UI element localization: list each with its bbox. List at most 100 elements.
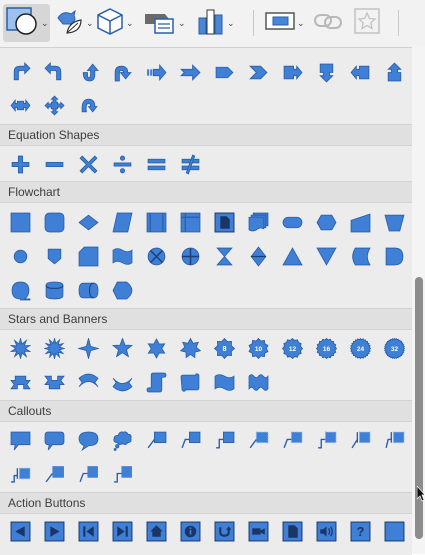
shape-delay-button[interactable] xyxy=(377,239,411,273)
shape-alternate-process-button[interactable] xyxy=(37,205,71,239)
shape-magnetic-disk-button[interactable] xyxy=(37,273,71,307)
shape-horizontal-scroll-button[interactable] xyxy=(173,365,207,399)
shape-wave-button[interactable] xyxy=(207,365,241,399)
shape-merge-button[interactable] xyxy=(309,239,343,273)
shape-curved-right-button[interactable] xyxy=(105,55,139,89)
shape-star-10-button[interactable]: 10 xyxy=(241,331,275,365)
shape-sort-button[interactable] xyxy=(241,239,275,273)
shape-u-turn-right-button[interactable] xyxy=(3,55,37,89)
shape-star-5-button[interactable] xyxy=(105,331,139,365)
shape-card-button[interactable] xyxy=(71,239,105,273)
shape-rounded-rect-callout-button[interactable] xyxy=(37,423,71,457)
shape-home-button[interactable] xyxy=(139,514,173,548)
shape-equal-button[interactable] xyxy=(139,147,173,181)
shape-multiply-button[interactable] xyxy=(71,147,105,181)
shape-line-callout-3-border-button[interactable] xyxy=(309,423,343,457)
shape-sequential-access-storage-button[interactable] xyxy=(3,273,37,307)
shape-line-callout-3-button[interactable] xyxy=(207,423,241,457)
shape-right-callout-button[interactable] xyxy=(275,55,309,89)
shape-process-button[interactable] xyxy=(3,205,37,239)
shape-collate-button[interactable] xyxy=(207,239,241,273)
shape-multidocument-button[interactable] xyxy=(241,205,275,239)
shape-information-button[interactable] xyxy=(173,514,207,548)
shape-manual-operation-button[interactable] xyxy=(377,205,411,239)
shape-left-callout-button[interactable] xyxy=(343,55,377,89)
shape-vertical-scroll-button[interactable] xyxy=(139,365,173,399)
shape-star-7-button[interactable] xyxy=(173,331,207,365)
icons-button[interactable]: ⌄ xyxy=(55,4,94,42)
shape-line-callout-1-button[interactable] xyxy=(139,423,173,457)
shape-custom-button[interactable] xyxy=(377,514,411,548)
shape-stored-data-button[interactable] xyxy=(343,239,377,273)
shape-quad-callout-button[interactable] xyxy=(37,88,71,122)
shape-cloud-callout-button[interactable] xyxy=(105,423,139,457)
shape-predefined-process-button[interactable] xyxy=(139,205,173,239)
shape-line-callout-2-border-button[interactable] xyxy=(275,423,309,457)
shape-line-callout-2-accent-button[interactable] xyxy=(377,423,411,457)
smartart-button[interactable]: ⌄ xyxy=(143,4,189,42)
shape-star-32-button[interactable]: 32 xyxy=(377,331,411,365)
shape-forward-button[interactable] xyxy=(37,514,71,548)
shape-down-ribbon-button[interactable] xyxy=(37,365,71,399)
shape-back-button[interactable] xyxy=(3,514,37,548)
shape-curved-up-ribbon-button[interactable] xyxy=(71,365,105,399)
shape-plus-button[interactable] xyxy=(3,147,37,181)
shape-document-button[interactable] xyxy=(207,205,241,239)
shape-left-right-callout-button[interactable] xyxy=(3,88,37,122)
scrollbar-track[interactable] xyxy=(412,47,425,554)
shape-notched-right-button[interactable] xyxy=(173,55,207,89)
shape-display-button[interactable] xyxy=(105,273,139,307)
shape-manual-input-button[interactable] xyxy=(343,205,377,239)
shape-pentagon-button[interactable] xyxy=(207,55,241,89)
shape-rect-callout-button[interactable] xyxy=(3,423,37,457)
shape-help-button[interactable]: ? xyxy=(343,514,377,548)
shapes-button[interactable]: ⌄ xyxy=(3,4,50,42)
shape-star-4-button[interactable] xyxy=(71,331,105,365)
chevron-down-icon[interactable]: ⌄ xyxy=(178,18,186,29)
shape-division-button[interactable] xyxy=(105,147,139,181)
shape-star-8-button[interactable]: 8 xyxy=(207,331,241,365)
shape-explosion-2-button[interactable] xyxy=(37,331,71,365)
shape-circular-arrow-button[interactable] xyxy=(71,88,105,122)
shape-double-wave-button[interactable] xyxy=(241,365,275,399)
shape-star-12-button[interactable]: 12 xyxy=(275,331,309,365)
shape-curved-down-ribbon-button[interactable] xyxy=(105,365,139,399)
shape-line-callout-2-no-border-button[interactable] xyxy=(71,456,105,490)
shape-connector-button[interactable] xyxy=(3,239,37,273)
shape-terminator-button[interactable] xyxy=(275,205,309,239)
shape-line-callout-1-no-border-button[interactable] xyxy=(37,456,71,490)
shape-chevron-button[interactable] xyxy=(241,55,275,89)
shape-internal-storage-button[interactable] xyxy=(173,205,207,239)
shape-offpage-connector-button[interactable] xyxy=(37,239,71,273)
screenshot-button[interactable]: ⌄ xyxy=(264,4,308,42)
shape-curved-up-button[interactable] xyxy=(71,55,105,89)
shape-end-button[interactable] xyxy=(105,514,139,548)
shape-or-button[interactable] xyxy=(173,239,207,273)
shape-not-equal-button[interactable] xyxy=(173,147,207,181)
shape-u-turn-left-button[interactable] xyxy=(37,55,71,89)
favorite-button[interactable] xyxy=(352,4,386,42)
chart-button[interactable]: ⌄ xyxy=(196,4,240,42)
shape-extract-button[interactable] xyxy=(275,239,309,273)
shape-preparation-button[interactable] xyxy=(309,205,343,239)
shape-up-callout-button[interactable] xyxy=(377,55,411,89)
shape-document-button[interactable] xyxy=(275,514,309,548)
chevron-down-icon[interactable]: ⌄ xyxy=(86,18,94,29)
chevron-down-icon[interactable]: ⌄ xyxy=(297,18,305,29)
shape-data-button[interactable] xyxy=(105,205,139,239)
shape-punched-tape-button[interactable] xyxy=(105,239,139,273)
shape-line-callout-3-no-border-button[interactable] xyxy=(105,456,139,490)
shape-line-callout-3-accent-button[interactable] xyxy=(3,456,37,490)
shape-explosion-1-button[interactable] xyxy=(3,331,37,365)
shape-star-16-button[interactable]: 16 xyxy=(309,331,343,365)
chevron-down-icon[interactable]: ⌄ xyxy=(41,18,49,29)
3d-models-button[interactable]: ⌄ xyxy=(95,4,137,42)
shape-line-callout-1-border-button[interactable] xyxy=(241,423,275,457)
shape-oval-callout-button[interactable] xyxy=(71,423,105,457)
shape-return-button[interactable] xyxy=(207,514,241,548)
shape-summing-junction-button[interactable] xyxy=(139,239,173,273)
shape-minus-button[interactable] xyxy=(37,147,71,181)
shape-up-ribbon-button[interactable] xyxy=(3,365,37,399)
shape-star-6-button[interactable] xyxy=(139,331,173,365)
shape-down-callout-button[interactable] xyxy=(309,55,343,89)
